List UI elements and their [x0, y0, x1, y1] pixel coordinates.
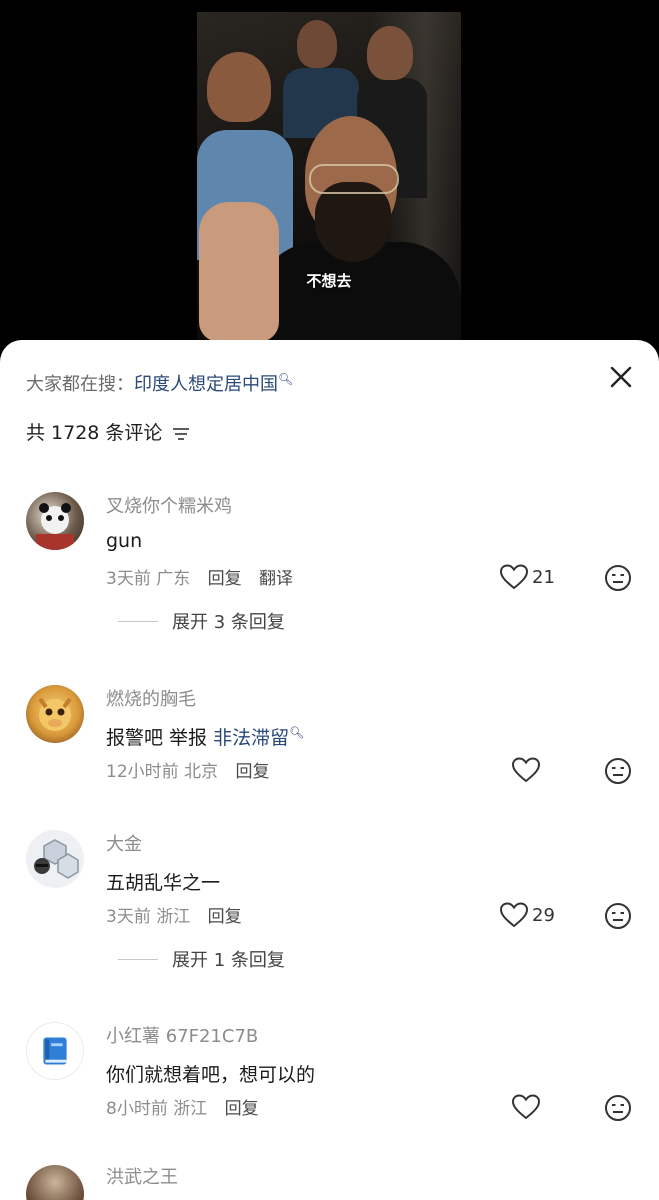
video-player[interactable]: 不想去 — [0, 0, 659, 360]
person-shape — [315, 182, 391, 262]
comment-count-label: 共 1728 条评论 — [26, 422, 163, 444]
like-count: 29 — [532, 904, 555, 926]
comment-meta: 8小时前 浙江 回复 — [106, 1094, 259, 1119]
comment-location: 广东 — [156, 569, 191, 589]
comment-time: 3天前 — [106, 907, 151, 927]
reply-button[interactable]: 回复 — [208, 907, 242, 927]
expand-replies-button[interactable]: 展开 1 条回复 — [118, 946, 285, 972]
divider — [118, 958, 158, 960]
person-shape — [207, 52, 271, 122]
comment-text-plain: 报警吧 举报 — [106, 727, 208, 749]
comment-text[interactable]: 五胡乱华之一 — [106, 868, 220, 895]
heart-icon — [500, 902, 528, 928]
close-icon[interactable] — [606, 362, 636, 392]
avatar[interactable] — [26, 1165, 84, 1200]
translate-button[interactable]: 翻译 — [259, 569, 293, 589]
video-frame[interactable]: 不想去 — [197, 12, 461, 342]
comment-author[interactable]: 叉烧你个糯米鸡 — [106, 492, 232, 518]
video-caption: 不想去 — [306, 272, 352, 290]
comment-time: 8小时前 — [106, 1099, 168, 1119]
person-shape — [367, 26, 413, 80]
comment-time: 12小时前 — [106, 762, 179, 782]
comment-text[interactable]: gun — [106, 530, 142, 552]
heart-icon — [512, 1094, 540, 1120]
avatar[interactable] — [26, 1022, 84, 1080]
comment-meta: 12小时前 北京 回复 — [106, 757, 269, 782]
comment-author[interactable]: 燃烧的胸毛 — [106, 685, 196, 711]
heart-icon — [512, 757, 540, 783]
divider — [118, 620, 158, 622]
glasses-shape — [309, 164, 399, 194]
comment-item: 洪武之王 — [0, 1165, 659, 1200]
avatar[interactable] — [26, 492, 84, 550]
reply-button[interactable]: 回复 — [225, 1099, 259, 1119]
search-icon: 🔍︎ — [289, 725, 305, 740]
comment-author[interactable]: 大金 — [106, 830, 142, 856]
reply-button[interactable]: 回复 — [235, 762, 269, 782]
search-icon: 🔍︎ — [278, 372, 294, 386]
avatar[interactable] — [26, 685, 84, 743]
person-shape — [297, 20, 337, 68]
expand-replies-button[interactable]: 展开 3 条回复 — [118, 608, 285, 634]
comment-search-link[interactable]: 非法滞留 — [213, 727, 289, 749]
like-button[interactable] — [512, 1094, 540, 1120]
like-count: 21 — [532, 566, 555, 588]
search-suggestion[interactable]: 大家都在搜：印度人想定居中国🔍︎ — [26, 370, 293, 396]
like-button[interactable] — [512, 757, 540, 783]
expand-replies-label: 展开 1 条回复 — [172, 950, 285, 971]
emoji-icon[interactable] — [604, 757, 632, 785]
search-hint-prefix: 大家都在搜： — [26, 374, 134, 395]
like-button[interactable]: 21 — [500, 564, 555, 590]
comment-author[interactable]: 洪武之王 — [106, 1165, 178, 1189]
reply-button[interactable]: 回复 — [208, 569, 242, 589]
comment-text[interactable]: 报警吧 举报 非法滞留🔍︎ — [106, 723, 304, 750]
comment-text[interactable]: 你们就想着吧，想可以的 — [106, 1060, 315, 1087]
comment-meta: 3天前 广东 回复 翻译 — [106, 564, 293, 589]
comment-location: 北京 — [184, 762, 219, 782]
comment-author[interactable]: 小红薯 67F21C7B — [106, 1022, 258, 1048]
avatar[interactable] — [26, 830, 84, 888]
filter-icon[interactable] — [172, 427, 190, 441]
comment-location: 浙江 — [173, 1099, 208, 1119]
emoji-icon[interactable] — [604, 902, 632, 930]
like-button[interactable]: 29 — [500, 902, 555, 928]
comment-location: 浙江 — [156, 907, 191, 927]
comment-meta: 3天前 浙江 回复 — [106, 902, 242, 927]
comments-sheet: 大家都在搜：印度人想定居中国🔍︎ 共 1728 条评论 叉烧你个糯米鸡 gun … — [0, 340, 659, 1200]
expand-replies-label: 展开 3 条回复 — [172, 612, 285, 633]
comment-count[interactable]: 共 1728 条评论 — [26, 418, 190, 445]
comment-time: 3天前 — [106, 569, 151, 589]
heart-icon — [500, 564, 528, 590]
search-hint-query[interactable]: 印度人想定居中国 — [134, 374, 278, 395]
emoji-icon[interactable] — [604, 564, 632, 592]
emoji-icon[interactable] — [604, 1094, 632, 1122]
